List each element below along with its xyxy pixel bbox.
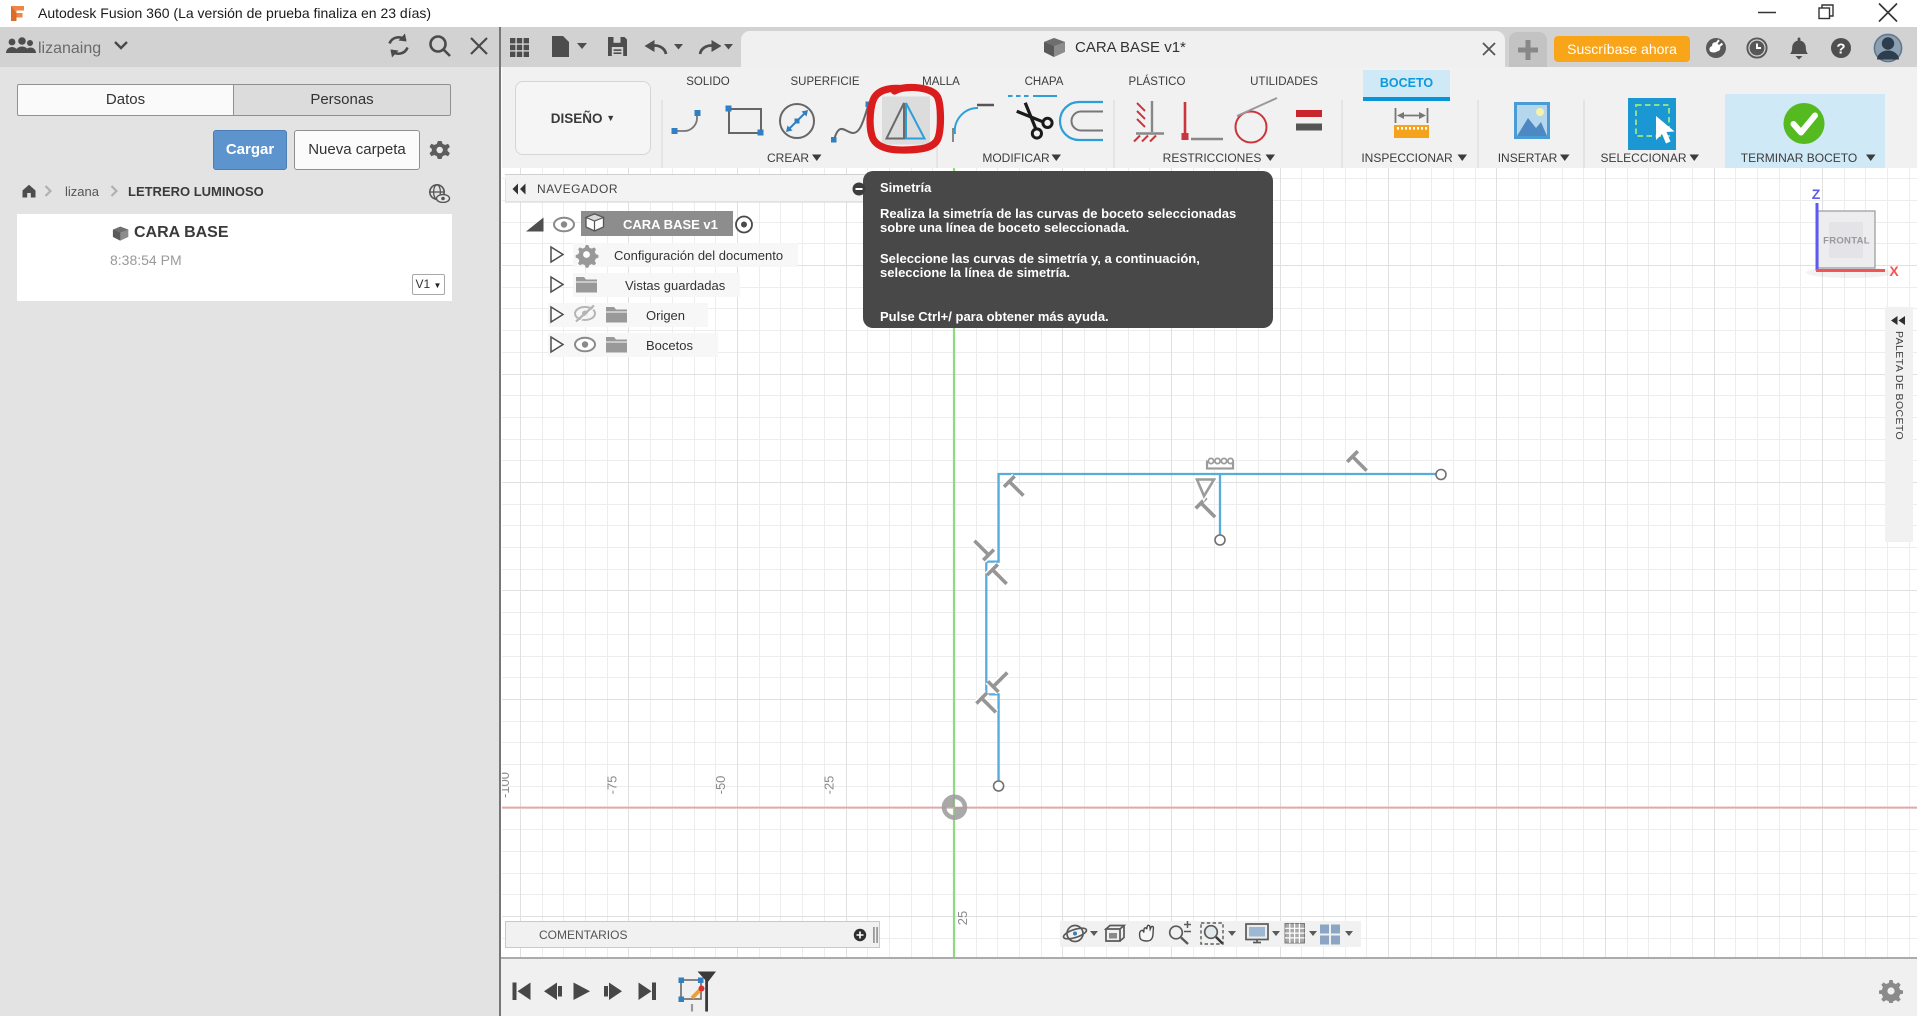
svg-text:UTILIDADES: UTILIDADES bbox=[1250, 76, 1318, 88]
svg-text:INSERTAR: INSERTAR bbox=[1498, 151, 1558, 165]
svg-text:NAVEGADOR: NAVEGADOR bbox=[537, 182, 618, 196]
svg-text:CARA BASE v1: CARA BASE v1 bbox=[623, 217, 718, 232]
svg-text:-50: -50 bbox=[713, 776, 728, 795]
svg-text:Vistas guardadas: Vistas guardadas bbox=[625, 278, 726, 293]
svg-text:SELECCIONAR: SELECCIONAR bbox=[1600, 151, 1686, 165]
svg-text:MODIFICAR: MODIFICAR bbox=[982, 151, 1050, 165]
svg-text:25: 25 bbox=[955, 911, 970, 925]
svg-text:SUPERFICIE: SUPERFICIE bbox=[790, 76, 859, 88]
svg-text:CHAPA: CHAPA bbox=[1025, 76, 1064, 88]
svg-text:-75: -75 bbox=[605, 776, 620, 795]
svg-text:PLÁSTICO: PLÁSTICO bbox=[1129, 75, 1186, 88]
svg-text:-25: -25 bbox=[822, 776, 837, 795]
svg-text:RESTRICCIONES: RESTRICCIONES bbox=[1163, 151, 1262, 165]
svg-text:-100: -100 bbox=[502, 772, 512, 798]
svg-text:FRONTAL: FRONTAL bbox=[1823, 236, 1870, 247]
svg-text:INSPECCIONAR: INSPECCIONAR bbox=[1361, 151, 1453, 165]
svg-text:SOLIDO: SOLIDO bbox=[686, 76, 730, 88]
svg-text:Configuración del documento: Configuración del documento bbox=[614, 248, 783, 263]
svg-text:lizanaing: lizanaing bbox=[38, 40, 101, 57]
svg-text:Z: Z bbox=[1812, 186, 1821, 202]
svg-text:Bocetos: Bocetos bbox=[646, 338, 693, 353]
svg-text:CREAR: CREAR bbox=[767, 151, 809, 165]
svg-text:TERMINAR BOCETO: TERMINAR BOCETO bbox=[1741, 151, 1857, 165]
svg-text:?: ? bbox=[1836, 41, 1845, 58]
svg-text:X: X bbox=[1889, 263, 1899, 279]
svg-text:Origen: Origen bbox=[646, 308, 685, 323]
